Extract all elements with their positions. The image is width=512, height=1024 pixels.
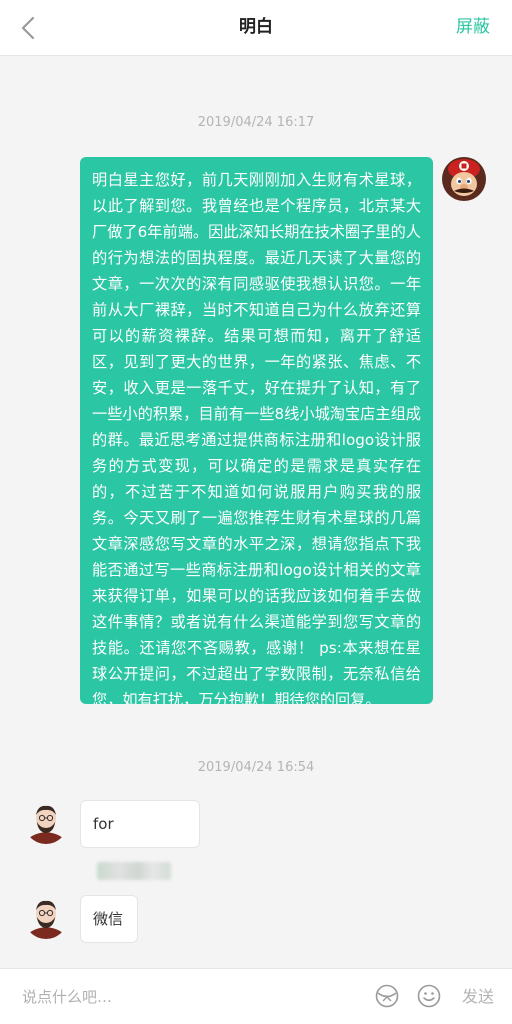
outgoing-message-bubble[interactable]: 明白星主您好，前几天刚刚加入生财有术星球，以此了解到您。我曾经也是个程序员，北京… <box>80 157 433 704</box>
composer-bar: 发送 <box>0 968 512 1024</box>
mario-avatar[interactable] <box>442 157 486 201</box>
redacted-content <box>97 861 171 880</box>
chat-header: 明白 屏蔽 <box>0 0 512 56</box>
message-text: for <box>93 815 114 833</box>
page-title: 明白 <box>239 17 273 37</box>
bearded-man-avatar[interactable] <box>24 895 68 939</box>
message-input[interactable] <box>22 981 342 1013</box>
bearded-man-avatar[interactable] <box>24 800 68 844</box>
incoming-message-bubble[interactable]: for <box>80 800 200 880</box>
message-timestamp: 2019/04/24 16:17 <box>197 115 315 130</box>
red-envelope-button[interactable] <box>374 983 400 1009</box>
bearded-man-avatar-image <box>24 800 68 844</box>
message-text: 微信 <box>93 910 124 928</box>
incoming-message-bubble[interactable]: 微信 <box>80 895 138 943</box>
red-envelope-icon <box>375 984 399 1008</box>
message-timestamp: 2019/04/24 16:54 <box>197 760 315 775</box>
emoji-icon <box>417 984 441 1008</box>
mario-avatar-image <box>442 157 486 201</box>
emoji-button[interactable] <box>416 983 442 1009</box>
bearded-man-avatar-image <box>24 895 68 939</box>
send-button[interactable]: 发送 <box>462 981 494 1013</box>
block-button[interactable]: 屏蔽 <box>456 0 490 56</box>
